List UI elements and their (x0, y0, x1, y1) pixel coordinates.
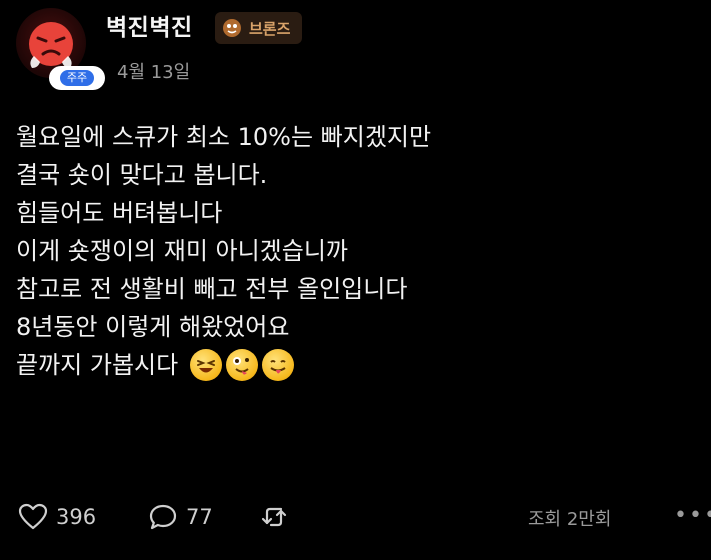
tongue-face-emoji (262, 349, 295, 381)
post-body: 월요일에 스큐가 최소 10%는 빠지겠지만 결국 숏이 맞다고 봅니다. 힘들… (16, 118, 696, 384)
repost-button[interactable] (259, 503, 297, 531)
post-date: 4월 13일 (117, 62, 191, 83)
more-icon[interactable]: ••• (674, 503, 711, 528)
team-badge-label: 주주 (59, 70, 95, 86)
rank-badge-label: 브론즈 (249, 19, 291, 38)
post-line-with-emoji: 끝까지 가봅시다 (16, 346, 696, 384)
author-avatar-group[interactable]: 주주 (16, 8, 105, 90)
post-line: 참고로 전 생활비 빼고 전부 올인입니다 (16, 275, 408, 303)
post-card: 주주 벽진벽진 브론즈 4월 13일 월요일에 스큐가 최소 10%는 빠지겠지… (0, 0, 711, 560)
bronze-rank-icon (223, 19, 241, 37)
heart-icon (18, 503, 48, 530)
repost-icon (261, 507, 287, 527)
grinning-squinting-emoji (190, 349, 223, 381)
post-line: 결국 숏이 맞다고 봅니다. (16, 161, 268, 189)
team-badge: 주주 (49, 66, 105, 90)
comment-button[interactable]: 77 (148, 503, 213, 531)
like-count: 396 (56, 505, 97, 529)
zany-face-emoji (226, 349, 259, 381)
post-footer: 396 77 조회 2만회 ••• (18, 503, 711, 537)
rank-badge: 브론즈 (215, 12, 303, 44)
post-line: 이게 숏쟁이의 재미 아니겠습니까 (16, 237, 349, 265)
post-line: 8년동안 이렇게 해왔었어요 (16, 313, 290, 341)
post-line: 월요일에 스큐가 최소 10%는 빠지겠지만 (16, 123, 432, 151)
post-line: 힘들어도 버텨봅니다 (16, 199, 223, 227)
comment-count: 77 (186, 505, 213, 529)
speech-bubble-icon (149, 504, 177, 530)
emoji-row (190, 349, 295, 381)
post-line: 끝까지 가봅시다 (16, 351, 179, 379)
like-button[interactable]: 396 (18, 503, 96, 531)
author-name[interactable]: 벽진벽진 (106, 8, 193, 42)
view-count: 조회 2만회 (528, 509, 612, 530)
